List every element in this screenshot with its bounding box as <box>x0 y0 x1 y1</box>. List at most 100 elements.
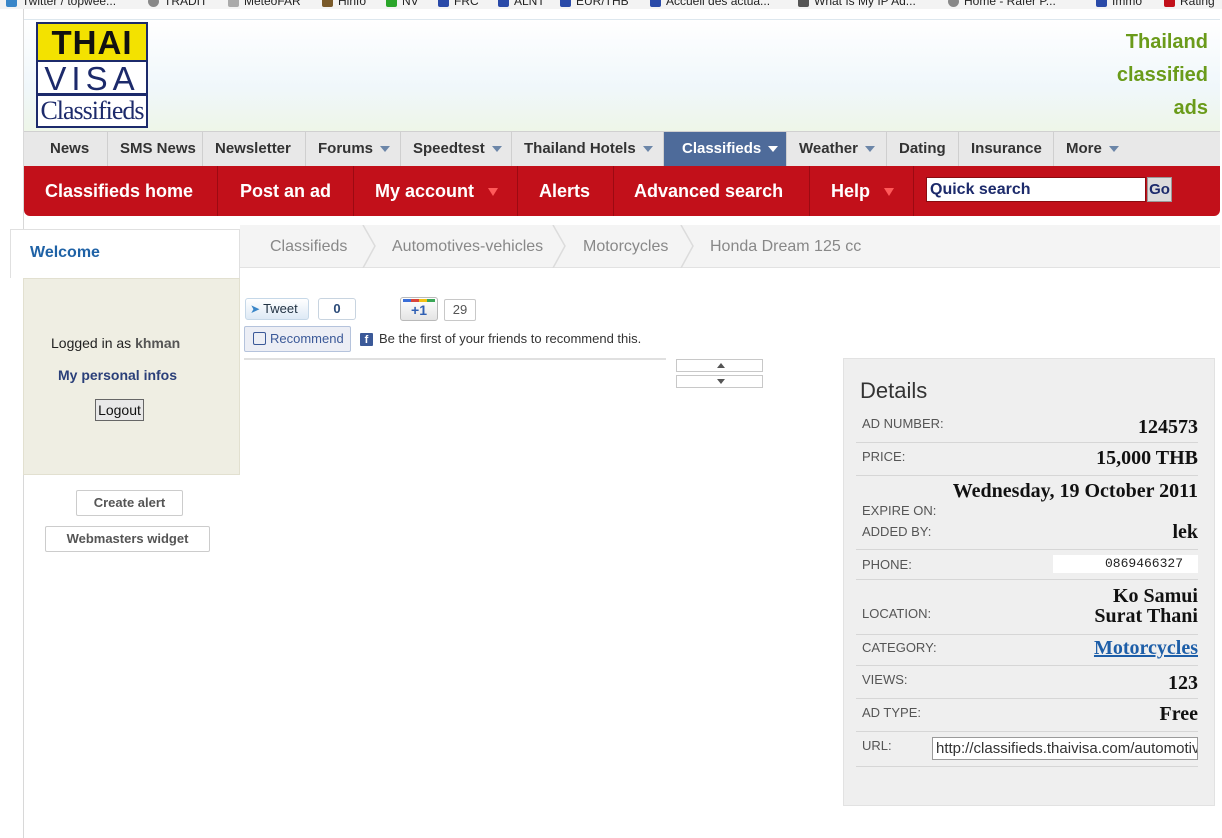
nav-post-an-ad[interactable]: Post an ad <box>218 166 354 216</box>
car-bookmark-icon <box>1164 0 1175 8</box>
facebook-recommend-text: Be the first of your friends to recommen… <box>379 331 642 346</box>
tweet-button[interactable]: ➤ Tweet <box>245 298 309 320</box>
bookmark-nv[interactable]: NV <box>386 0 419 8</box>
detail-row-ad-number: AD NUMBER: 124573 <box>856 410 1198 443</box>
detail-label: LOCATION: <box>862 606 932 621</box>
nav-more[interactable]: More <box>1054 132 1134 166</box>
facebook-recommend-button[interactable]: Recommend <box>244 326 351 352</box>
location-province: Surat Thani <box>1094 605 1198 627</box>
chevron-down-icon <box>642 146 653 153</box>
chart-bookmark-icon <box>1096 0 1107 8</box>
detail-row-added-by: ADDED BY: lek <box>856 517 1198 550</box>
logged-in-status: Logged in as khman <box>51 335 181 351</box>
plus-one-count: 29 <box>444 299 476 321</box>
chevron-down-icon <box>491 146 502 153</box>
bookmark-immo[interactable]: Immo <box>1096 0 1142 8</box>
bookmark-rating[interactable]: Rating <box>1164 0 1215 8</box>
arrow-down-icon <box>717 379 725 384</box>
nav-classifieds-home[interactable]: Classifieds home <box>24 166 218 216</box>
nav-classifieds[interactable]: Classifieds <box>664 132 787 166</box>
added-by-value: lek <box>1172 521 1198 543</box>
detail-row-expire: EXPIRE ON: Wednesday, 19 October 2011 <box>856 476 1198 521</box>
nav-my-account[interactable]: My account <box>354 166 518 216</box>
page: Twitter / topwee... TRADIT MeteoFAR Hinf… <box>0 0 1222 838</box>
url-field[interactable]: http://classifieds.thaivisa.com/automoti… <box>932 737 1198 760</box>
logo-line-classifieds: Classifieds <box>40 96 144 125</box>
nav-forums[interactable]: Forums <box>306 132 401 166</box>
nav-alerts[interactable]: Alerts <box>518 166 614 216</box>
logo-line-visa: VISA <box>38 62 146 96</box>
ip-bookmark-icon <box>798 0 809 8</box>
detail-row-views: VIEWS: 123 <box>856 666 1198 699</box>
detail-label: CATEGORY: <box>862 640 937 655</box>
logo-line-thai: THAI <box>38 24 146 62</box>
bookmark-twitter[interactable]: Twitter / topwee... <box>6 0 116 8</box>
bookmark-eur-thb[interactable]: EUR/THB <box>560 0 629 8</box>
detail-label: PRICE: <box>862 449 906 464</box>
thumbs-up-icon <box>253 332 266 345</box>
detail-label: EXPIRE ON: <box>862 503 937 518</box>
details-title: Details <box>860 378 928 403</box>
chart-bookmark-icon <box>438 0 449 8</box>
breadcrumb-motorcycles[interactable]: Motorcycles <box>583 225 668 268</box>
twitter-bookmark-icon <box>6 0 17 8</box>
breadcrumb-current-ad: Honda Dream 125 cc <box>710 238 862 255</box>
personal-infos-link[interactable]: My personal infos <box>58 367 177 383</box>
price-value: 15,000 THB <box>1096 447 1198 469</box>
globe-bookmark-icon <box>948 0 959 8</box>
scroll-up-button[interactable] <box>676 359 763 372</box>
detail-label: ADDED BY: <box>862 524 932 539</box>
detail-row-ad-type: AD TYPE: Free <box>856 699 1198 732</box>
create-alert-button[interactable]: Create alert <box>76 490 183 516</box>
nav-speedtest[interactable]: Speedtest <box>401 132 512 166</box>
views-value: 123 <box>1168 672 1198 694</box>
thaivisa-logo[interactable]: THAI VISA Classifieds <box>36 22 148 128</box>
bookmark-frc[interactable]: FRC <box>438 0 479 8</box>
quick-search-input[interactable]: Quick search <box>926 177 1146 202</box>
category-link[interactable]: Motorcycles <box>1094 637 1198 660</box>
breadcrumb-classifieds[interactable]: Classifieds <box>270 225 347 268</box>
nav-help[interactable]: Help <box>810 166 914 216</box>
bookmark-home-rafer[interactable]: Home - Rafer P... <box>948 0 1056 8</box>
detail-label: URL: <box>862 738 892 753</box>
globe-bookmark-icon <box>148 0 159 8</box>
ad-type-value: Free <box>1159 703 1199 725</box>
scroll-down-button[interactable] <box>676 375 763 388</box>
bookmark-accueil[interactable]: Accueil des actua... <box>650 0 770 8</box>
top-navigation: News SMS News Newsletter Forums Speedtes… <box>24 131 1220 166</box>
detail-row-url: URL: http://classifieds.thaivisa.com/aut… <box>856 732 1198 767</box>
chevron-down-icon <box>884 188 895 197</box>
logout-button[interactable]: Logout <box>95 399 144 421</box>
nav-advanced-search[interactable]: Advanced search <box>614 166 810 216</box>
tweet-count: 0 <box>318 298 356 320</box>
nav-weather[interactable]: Weather <box>787 132 887 166</box>
webmasters-widget-button[interactable]: Webmasters widget <box>45 526 210 552</box>
detail-label: AD NUMBER: <box>862 416 944 431</box>
detail-row-price: PRICE: 15,000 THB <box>856 443 1198 476</box>
google-plus-one-button[interactable]: +1 <box>400 297 438 321</box>
bookmark-whatismyip[interactable]: What Is My IP Ad... <box>798 0 916 8</box>
bookmark-alnt[interactable]: ALNT <box>498 0 545 8</box>
bookmark-tradit[interactable]: TRADIT <box>148 0 207 8</box>
expire-date-value: Wednesday, 19 October 2011 <box>952 480 1198 502</box>
nav-thailand-hotels[interactable]: Thailand Hotels <box>512 132 664 166</box>
nav-sms-news[interactable]: SMS News <box>108 132 203 166</box>
ad-number-value: 124573 <box>1138 416 1198 438</box>
chevron-down-icon <box>768 146 779 153</box>
nav-dating[interactable]: Dating <box>887 132 959 166</box>
detail-label: AD TYPE: <box>862 705 922 720</box>
nav-insurance[interactable]: Insurance <box>959 132 1054 166</box>
breadcrumb-automotives-vehicles[interactable]: Automotives-vehicles <box>392 225 543 268</box>
detail-label: PHONE: <box>862 557 912 572</box>
nav-newsletter[interactable]: Newsletter <box>203 132 306 166</box>
bookmark-meteofar[interactable]: MeteoFAR <box>228 0 301 8</box>
detail-row-location: LOCATION: Ko Samui Surat Thani <box>856 580 1198 635</box>
page-left-margin <box>0 9 24 838</box>
chevron-down-icon <box>380 146 391 153</box>
quick-search-go-button[interactable]: Go <box>1147 177 1172 202</box>
detail-row-category: CATEGORY: Motorcycles <box>856 635 1198 666</box>
bookmark-hinfo[interactable]: Hinfo <box>322 0 366 8</box>
breadcrumb-separator-icon <box>362 225 376 268</box>
nav-news[interactable]: News <box>24 132 108 166</box>
welcome-tab[interactable]: Welcome <box>10 229 240 278</box>
